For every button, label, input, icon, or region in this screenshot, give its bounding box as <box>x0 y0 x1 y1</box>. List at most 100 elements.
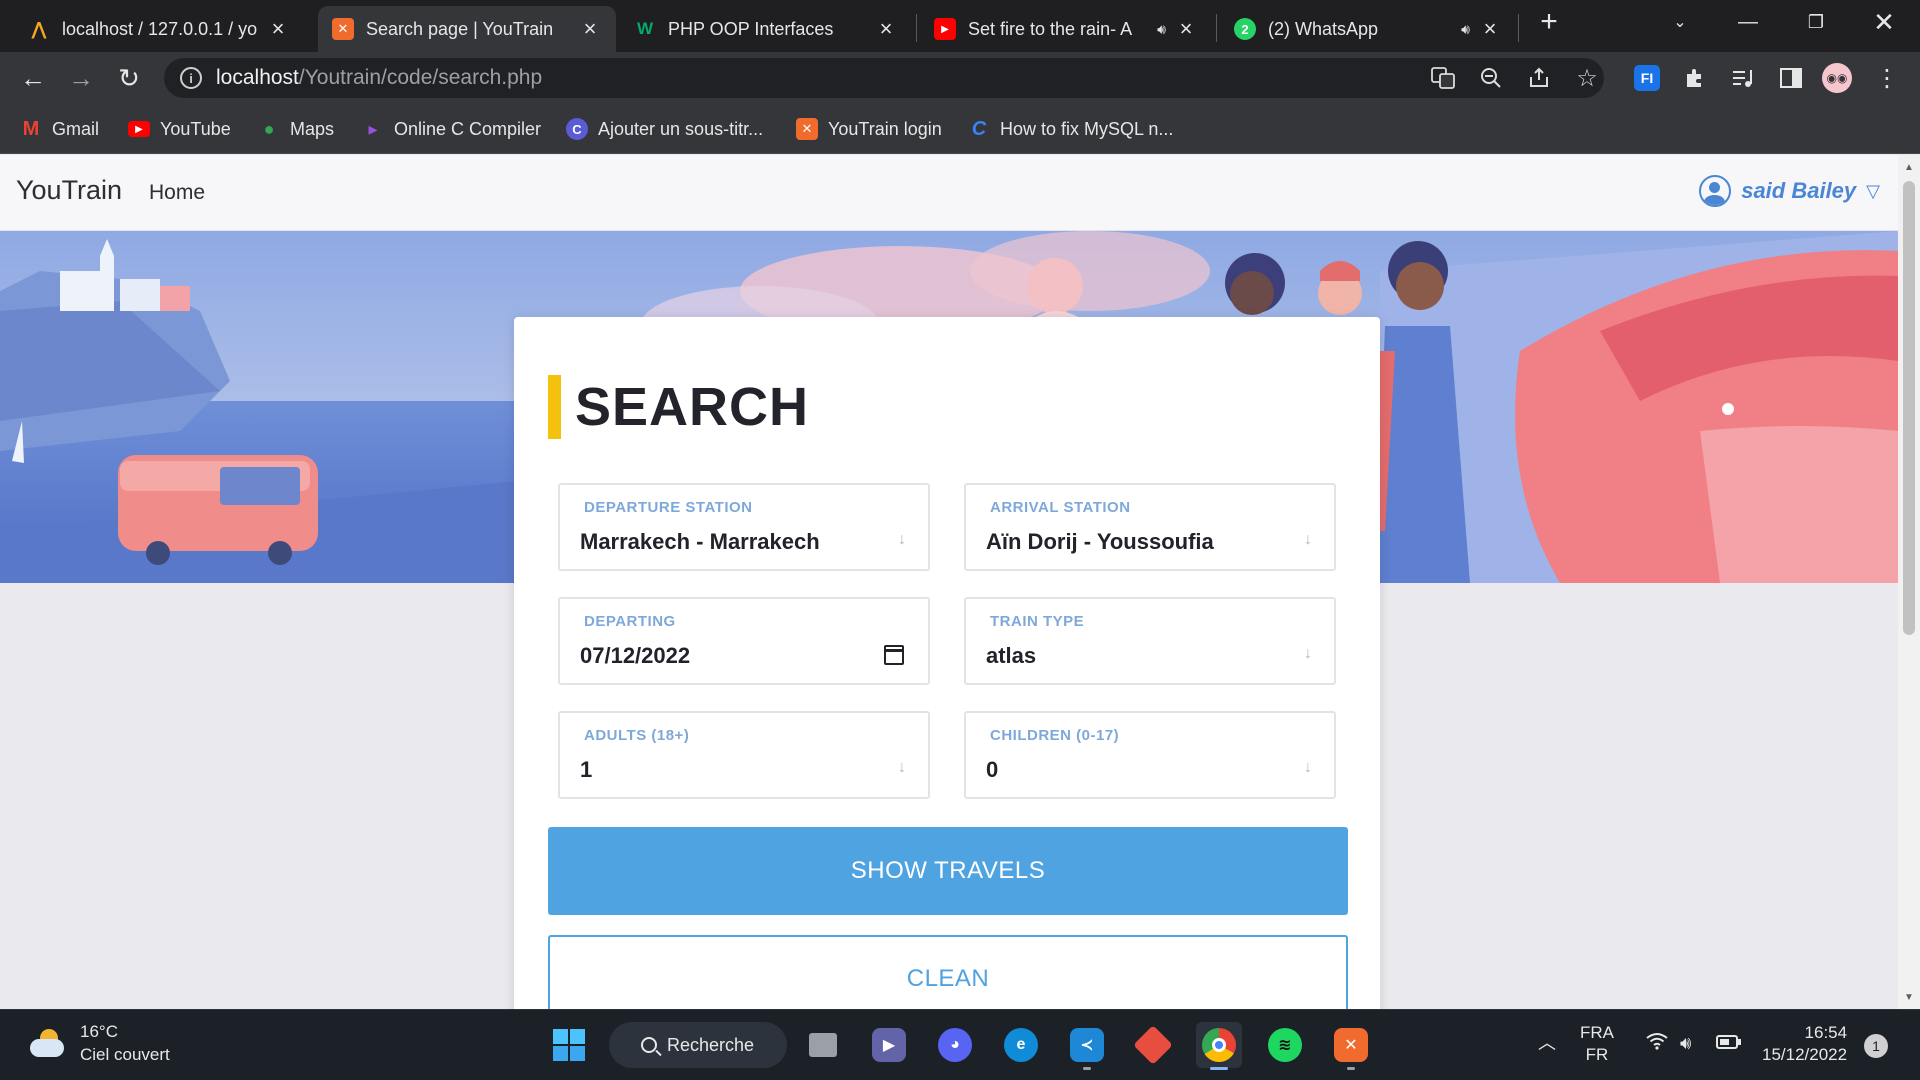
close-icon[interactable]: × <box>1478 16 1502 41</box>
teams-chat-button[interactable]: ▶ <box>866 1022 912 1068</box>
task-view-button[interactable] <box>800 1022 846 1068</box>
calendar-icon[interactable] <box>884 645 904 665</box>
tray-overflow-chevron-icon[interactable]: ︿ <box>1538 1032 1556 1054</box>
browser-toolbar: ← → ↻ i localhost/Youtrain/code/search.p… <box>0 52 1920 104</box>
wifi-icon[interactable] <box>1646 1032 1668 1055</box>
xampp-button[interactable]: ✕ <box>1328 1022 1374 1070</box>
bookmark-online-c-compiler[interactable]: ▸ Online C Compiler <box>362 116 541 142</box>
arrival-station-select[interactable]: ARRIVAL STATION Aïn Dorij - Youssoufia ↓ <box>964 483 1336 571</box>
profile-avatar[interactable]: ◉◉ <box>1822 63 1852 93</box>
bookmark-label: Ajouter un sous-titr... <box>598 118 764 139</box>
arrow-down-icon: ↓ <box>1304 759 1312 776</box>
new-tab-button[interactable]: + <box>1520 0 1578 44</box>
train-type-select[interactable]: TRAIN TYPE atlas ↓ <box>964 597 1336 685</box>
weather-widget[interactable]: 16°C Ciel couvert <box>28 1020 170 1066</box>
xampp-icon: ✕ <box>1334 1028 1368 1062</box>
tab-whatsapp[interactable]: 2 (2) WhatsApp 🔊︎ × <box>1220 6 1516 52</box>
reload-button[interactable]: ↻ <box>112 61 146 95</box>
minimize-button[interactable]: — <box>1720 0 1776 44</box>
clean-button[interactable]: CLEAN <box>548 935 1348 1009</box>
more-menu-icon[interactable]: ⋮ <box>1872 63 1902 93</box>
chrome-button[interactable] <box>1196 1022 1242 1070</box>
bookmark-subtitle[interactable]: C Ajouter un sous-titr... <box>566 116 763 142</box>
close-icon[interactable]: × <box>874 16 898 41</box>
whatsapp-icon: 2 <box>1234 18 1256 40</box>
bookmark-mysql-fix[interactable]: C How to fix MySQL n... <box>968 116 1174 142</box>
taskbar-search[interactable]: Recherche <box>609 1022 787 1068</box>
extension-fi-icon[interactable]: FI <box>1632 63 1662 93</box>
search-card: SEARCH DEPARTURE STATION Marrakech - Mar… <box>514 317 1380 1009</box>
restore-button[interactable]: ❐ <box>1788 0 1844 44</box>
audio-icon[interactable]: 🔊︎ <box>1157 21 1166 38</box>
tab-title: localhost / 127.0.0.1 / you <box>62 18 258 39</box>
brand-logo[interactable]: YouTrain <box>16 175 122 206</box>
scroll-up-arrow[interactable]: ▲ <box>1898 157 1920 177</box>
clock[interactable]: 16:54 15/12/2022 <box>1762 1022 1847 1066</box>
forward-button[interactable]: → <box>64 61 98 95</box>
bookmark-gmail[interactable]: M Gmail <box>20 116 99 142</box>
discord-button[interactable]: ◕ <box>932 1022 978 1068</box>
notification-badge[interactable]: 1 <box>1864 1034 1888 1058</box>
tab-title: PHP OOP Interfaces <box>668 18 834 39</box>
tab-phpmyadmin[interactable]: ⋀ localhost / 127.0.0.1 / you × <box>14 6 304 52</box>
extensions-puzzle-icon[interactable] <box>1680 63 1710 93</box>
tab-separator <box>1518 14 1519 42</box>
tab-php-oop[interactable]: W PHP OOP Interfaces × <box>620 6 912 52</box>
edge-button[interactable]: e <box>998 1022 1044 1068</box>
adults-select[interactable]: ADULTS (18+) 1 ↓ <box>558 711 930 799</box>
departing-date-input[interactable]: DEPARTING 07/12/2022 <box>558 597 930 685</box>
page-viewport: YouTrain Home said Bailey ▽ SEARCH DEPAR… <box>0 155 1898 1009</box>
children-select[interactable]: CHILDREN (0-17) 0 ↓ <box>964 711 1336 799</box>
bookmark-star-icon[interactable]: ☆ <box>1572 63 1602 93</box>
vscode-button[interactable]: ≺ <box>1064 1022 1110 1070</box>
field-value: atlas <box>986 643 1037 668</box>
address-bar[interactable]: i localhost/Youtrain/code/search.php <box>164 58 1604 98</box>
vscode-icon: ≺ <box>1070 1028 1104 1062</box>
bookmark-youtube[interactable]: ▶ YouTube <box>128 116 231 142</box>
git-app-button[interactable] <box>1130 1022 1176 1068</box>
xampp-icon: ✕ <box>796 118 818 140</box>
side-panel-icon[interactable] <box>1776 63 1806 93</box>
tab-title: Search page | YouTrain <box>366 18 554 39</box>
language-indicator[interactable]: FRA FR <box>1580 1022 1614 1066</box>
scrollbar-thumb[interactable] <box>1903 181 1915 635</box>
title-accent-bar <box>548 375 561 439</box>
task-view-icon <box>809 1033 837 1057</box>
start-button[interactable] <box>546 1022 592 1068</box>
nav-home-link[interactable]: Home <box>149 181 205 205</box>
window-close-button[interactable]: ✕ <box>1856 0 1912 44</box>
field-label: DEPARTURE STATION <box>584 499 753 516</box>
site-info-icon[interactable]: i <box>180 67 202 89</box>
close-icon[interactable]: × <box>1174 16 1198 41</box>
bookmark-youtrain-login[interactable]: ✕ YouTrain login <box>796 116 942 142</box>
maps-icon: ● <box>263 118 275 139</box>
url-path: /Youtrain/code/search.php <box>298 66 543 89</box>
audio-icon[interactable]: 🔊︎ <box>1461 21 1470 38</box>
media-control-icon[interactable] <box>1728 63 1758 93</box>
share-icon[interactable] <box>1524 63 1554 93</box>
zoom-icon[interactable] <box>1476 63 1506 93</box>
page-scrollbar[interactable]: ▲ ▼ <box>1898 155 1920 1009</box>
back-button[interactable]: ← <box>16 61 50 95</box>
translate-icon[interactable] <box>1428 63 1458 93</box>
close-icon[interactable]: × <box>266 16 290 41</box>
tab-strip: ⋀ localhost / 127.0.0.1 / you × ✕ Search… <box>0 0 1920 52</box>
tab-search-page[interactable]: ✕ Search page | YouTrain × <box>318 6 616 52</box>
close-icon[interactable]: × <box>578 16 602 41</box>
running-indicator <box>1083 1067 1091 1070</box>
volume-icon[interactable]: 🔊︎ <box>1680 1032 1691 1054</box>
departure-station-select[interactable]: DEPARTURE STATION Marrakech - Marrakech … <box>558 483 930 571</box>
show-travels-button[interactable]: SHOW TRAVELS <box>548 827 1348 915</box>
scroll-down-arrow[interactable]: ▼ <box>1898 987 1920 1007</box>
chrome-icon <box>1202 1028 1236 1062</box>
tab-search-icon[interactable]: ⌄ <box>1652 0 1708 44</box>
bookmark-label: Online C Compiler <box>394 118 542 139</box>
user-menu[interactable]: said Bailey ▽ <box>1699 175 1880 207</box>
battery-icon[interactable] <box>1716 1034 1742 1056</box>
spotify-button[interactable]: ≋ <box>1262 1022 1308 1068</box>
field-label: ARRIVAL STATION <box>990 499 1131 516</box>
bookmark-maps[interactable]: ● Maps <box>258 116 334 142</box>
bookmark-label: YouTrain login <box>828 118 942 139</box>
tab-youtube[interactable]: ▶ Set fire to the rain- A 🔊︎ × <box>920 6 1212 52</box>
w3schools-icon: W <box>636 19 654 38</box>
